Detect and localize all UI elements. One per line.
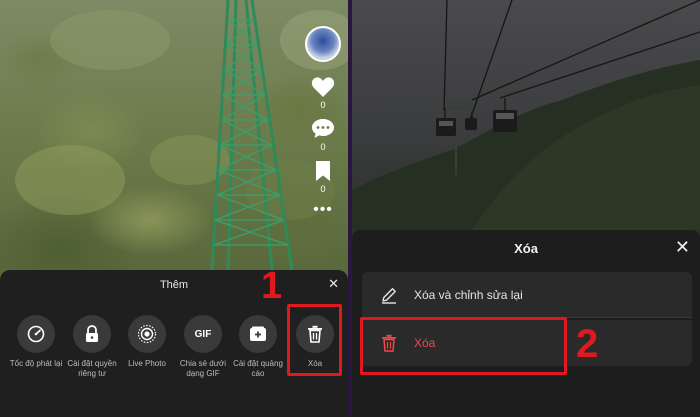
heart-icon bbox=[311, 77, 335, 97]
option-privacy-settings[interactable]: Cài đặt quyền riêng tư bbox=[64, 315, 120, 379]
like-button[interactable]: 0 bbox=[311, 76, 335, 110]
like-count: 0 bbox=[320, 100, 326, 110]
delete-sheet: Xóa ✕ Xóa và chỉnh sửa lại Xóa 2 bbox=[352, 230, 700, 417]
save-count: 0 bbox=[320, 184, 326, 194]
speedometer-icon bbox=[17, 315, 55, 353]
option-label: Live Photo bbox=[128, 359, 166, 368]
lock-icon bbox=[73, 315, 111, 353]
option-live-photo[interactable]: Live Photo bbox=[119, 315, 175, 369]
pencil-icon bbox=[378, 286, 400, 304]
sheet-title: Thêm bbox=[159, 279, 189, 291]
option-label: Chia sẻ dưới dạng GIF bbox=[179, 359, 227, 378]
highlight-box-delete bbox=[287, 304, 342, 376]
close-icon[interactable]: ✕ bbox=[675, 238, 690, 256]
option-label: Xóa và chỉnh sửa lại bbox=[414, 287, 523, 302]
ad-settings-icon bbox=[239, 315, 277, 353]
option-playback-speed[interactable]: Tốc độ phát lại bbox=[8, 315, 64, 369]
option-label: Cài đặt quyền riêng tư bbox=[67, 359, 117, 378]
more-options-button[interactable]: ••• bbox=[313, 202, 333, 218]
save-button[interactable]: 0 bbox=[314, 160, 332, 194]
profile-avatar[interactable] bbox=[305, 26, 341, 62]
close-icon[interactable]: ✕ bbox=[328, 277, 339, 290]
side-action-bar: 0 0 0 ••• bbox=[304, 26, 342, 218]
option-ad-settings[interactable]: Cài đặt quảng cáo bbox=[230, 315, 286, 379]
gif-icon-text: GIF bbox=[194, 328, 212, 340]
option-label: Cài đặt quảng cáo bbox=[233, 359, 283, 378]
step-number-2: 2 bbox=[576, 322, 599, 366]
bookmark-icon bbox=[316, 161, 330, 181]
comment-button[interactable]: 0 bbox=[311, 118, 335, 152]
option-label: Tốc độ phát lại bbox=[9, 359, 63, 368]
gif-icon: GIF bbox=[184, 315, 222, 353]
left-screen: 0 0 0 ••• Thêm ✕ Tốc độ phát lại Cài đặt… bbox=[0, 0, 348, 417]
delete-and-edit-option[interactable]: Xóa và chỉnh sửa lại bbox=[362, 272, 692, 318]
sheet-title: Xóa bbox=[514, 241, 538, 256]
right-screen: Xóa ✕ Xóa và chỉnh sửa lại Xóa 2 bbox=[352, 0, 700, 417]
step-number-1: 1 bbox=[261, 265, 283, 307]
live-photo-icon bbox=[128, 315, 166, 353]
option-share-gif[interactable]: GIF Chia sẻ dưới dạng GIF bbox=[175, 315, 231, 379]
highlight-box-delete bbox=[360, 317, 567, 375]
cable-car-background bbox=[352, 0, 700, 230]
comment-icon bbox=[312, 119, 334, 138]
comment-count: 0 bbox=[320, 142, 326, 152]
